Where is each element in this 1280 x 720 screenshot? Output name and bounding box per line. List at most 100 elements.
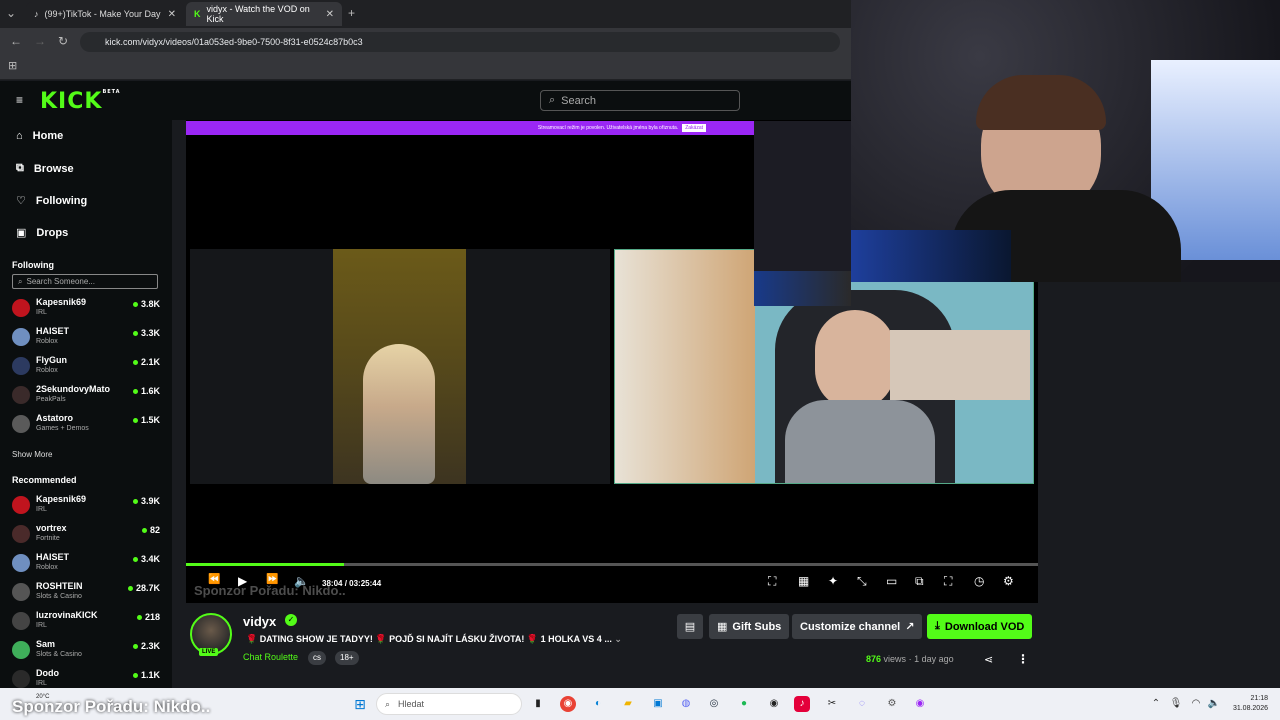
tab-tiktok[interactable]: ♪ (99+)TikTok - Make Your Day ✕ (26, 2, 184, 26)
search-input[interactable]: ⌕ Search (540, 90, 740, 111)
fullscreen-icon[interactable]: ⛶ (944, 574, 952, 589)
sidebar-item-drops[interactable]: ▣ Drops (16, 226, 68, 240)
banner-text: Streamovací režim je povolen. Uživatelsk… (537, 125, 679, 131)
play-icon[interactable]: ▶ (238, 574, 247, 588)
recommended-item[interactable]: Kapesnik69 IRL 3.9K (12, 494, 162, 520)
obs-icon[interactable]: ◉ (766, 696, 782, 712)
url-input[interactable]: kick.com/vidyx/videos/01a053ed-9be0-7500… (80, 32, 840, 52)
recommended-item[interactable]: luzrovinaKICK IRL 218 (12, 610, 162, 636)
rewind-icon[interactable]: ⏪ (208, 574, 220, 585)
viewer-count: 3.4K (132, 554, 160, 564)
following-item[interactable]: 2SekundovyMato PeakPals 1.6K (12, 384, 162, 410)
following-item[interactable]: FlyGun Roblox 2.1K (12, 355, 162, 381)
gift-subs-button[interactable]: ▦ Gift Subs (709, 614, 790, 639)
app-icon[interactable]: ♪ (794, 696, 810, 712)
system-clock[interactable]: 21:18 31.08.2026 (1233, 694, 1268, 714)
app-icon[interactable]: ◉ (912, 696, 928, 712)
disable-button[interactable]: Zakázat (682, 124, 706, 132)
search-icon: ⌕ (385, 698, 391, 709)
webcam-overlay (851, 0, 1280, 282)
avatar (12, 328, 30, 346)
viewer-count: 82 (141, 525, 160, 535)
tab-kick[interactable]: K vidyx - Watch the VOD on Kick ✕ (186, 2, 342, 26)
new-tab-icon[interactable]: + (348, 6, 355, 20)
recommended-item[interactable]: vortrex Fortnite 82 (12, 523, 162, 549)
tag-age[interactable]: 18+ (335, 651, 359, 665)
channel-name[interactable]: vidyx (243, 614, 276, 629)
following-search-input[interactable]: ⌕ Search Someone... (12, 274, 158, 289)
recommended-item[interactable]: ROSHTEIN Slots & Casino 28.7K (12, 581, 162, 607)
external-link-icon: ↗ (905, 621, 915, 633)
pip-icon[interactable]: ⧉ (915, 574, 924, 589)
sidebar-item-home[interactable]: ⌂ Home (16, 130, 63, 142)
back-icon[interactable]: ← (10, 34, 22, 48)
settings-gear-icon[interactable]: ⚙ (884, 696, 900, 712)
steam-icon[interactable]: ◎ (706, 696, 722, 712)
avatar (12, 415, 30, 433)
file-explorer-icon[interactable]: ▰ (620, 696, 636, 712)
tag-language[interactable]: cs (308, 651, 326, 665)
share-icon[interactable]: ⋖ (984, 653, 993, 666)
recommended-item[interactable]: Sam Slots & Casino 2.3K (12, 639, 162, 665)
category-link[interactable]: Chat Roulette (243, 652, 298, 662)
following-item[interactable]: Astatoro Games + Demos 1.5K (12, 413, 162, 439)
customize-channel-button[interactable]: Customize channel ↗ (792, 614, 923, 639)
kick-logo[interactable]: KICKBETA (40, 89, 121, 114)
chrome-icon[interactable]: ◉ (560, 696, 576, 712)
live-dot-icon (136, 614, 142, 620)
app-icon[interactable]: ◌ (854, 696, 870, 712)
viewer-count: 2.3K (132, 641, 160, 651)
more-options-icon[interactable]: ⋮ (1017, 652, 1029, 666)
settings-gear-icon[interactable]: ⚙ (1003, 574, 1014, 588)
volume-icon[interactable]: 🔈 (1206, 696, 1222, 712)
following-item[interactable]: HAISET Roblox 3.3K (12, 326, 162, 352)
picture-in-picture-cam (754, 121, 851, 306)
avatar (12, 357, 30, 375)
sparkle-icon[interactable]: ✦ (828, 574, 838, 588)
spotify-icon[interactable]: ● (736, 696, 752, 712)
speed-icon[interactable]: ◷ (974, 574, 984, 588)
clip-icon[interactable]: ⛶ (768, 574, 776, 589)
stats-icon[interactable]: ▦ (798, 574, 809, 588)
shrink-icon[interactable]: ⤡ (857, 574, 867, 589)
reload-icon[interactable]: ↻ (58, 34, 68, 48)
close-icon[interactable]: ✕ (168, 9, 176, 20)
player-controls: ⏪ ▶ ⏩ 🔈 38:04 / 03:25:44 ⛶ ▦ ✦ ⤡ ▭ ⧉ ⛶ ◷… (186, 574, 1038, 596)
chevron-down-icon[interactable]: ⌄ (614, 634, 622, 644)
avatar (12, 554, 30, 572)
share-clip-button[interactable]: ▤ (677, 614, 703, 639)
close-icon[interactable]: ✕ (326, 9, 334, 20)
volume-icon[interactable]: 🔈 (294, 574, 309, 588)
sponsor-overlay-text: Sponzor Pořadu: Nikdo.. (12, 697, 211, 716)
tab-list-icon[interactable]: ⌄ (6, 6, 16, 20)
live-dot-icon (132, 417, 138, 423)
show-more-button[interactable]: Show More (12, 450, 52, 459)
task-view-icon[interactable]: ▮ (530, 696, 546, 712)
seek-bar[interactable] (186, 563, 1038, 566)
windows-start-icon[interactable]: ⊞ (352, 696, 368, 712)
recommended-title: Recommended (12, 475, 77, 485)
wifi-icon[interactable]: ◠ (1188, 696, 1204, 712)
recommended-item[interactable]: HAISET Roblox 3.4K (12, 552, 162, 578)
forward-icon[interactable]: → (34, 34, 46, 48)
avatar (12, 299, 30, 317)
sidebar-item-following[interactable]: ♡ Following (16, 194, 87, 208)
capcut-icon[interactable]: ✂ (824, 696, 840, 712)
fast-forward-icon[interactable]: ⏩ (266, 574, 278, 585)
menu-icon[interactable]: ≡ (16, 93, 23, 107)
seek-bar-fill (186, 563, 344, 566)
discord-icon[interactable]: ◍ (678, 696, 694, 712)
microphone-icon[interactable]: 🎙 (1168, 696, 1184, 712)
store-icon[interactable]: ▣ (650, 696, 666, 712)
edge-icon[interactable]: ◐ (590, 696, 606, 712)
download-vod-button[interactable]: ⤓ Download VOD (927, 614, 1033, 639)
theater-icon[interactable]: ▭ (886, 574, 897, 588)
following-item[interactable]: Kapesnik69 IRL 3.8K (12, 297, 162, 323)
tab-title: (99+)TikTok - Make Your Day (44, 9, 161, 19)
sidebar-item-browse[interactable]: ⧉ Browse (16, 162, 74, 175)
gift-icon: ▦ (717, 621, 728, 633)
chevron-up-icon[interactable]: ⌃ (1148, 696, 1164, 712)
taskbar-search-input[interactable]: ⌕ Hledat (376, 693, 522, 715)
apps-grid-icon[interactable]: ⊞ (8, 59, 17, 72)
kick-favicon-icon: K (194, 9, 201, 19)
